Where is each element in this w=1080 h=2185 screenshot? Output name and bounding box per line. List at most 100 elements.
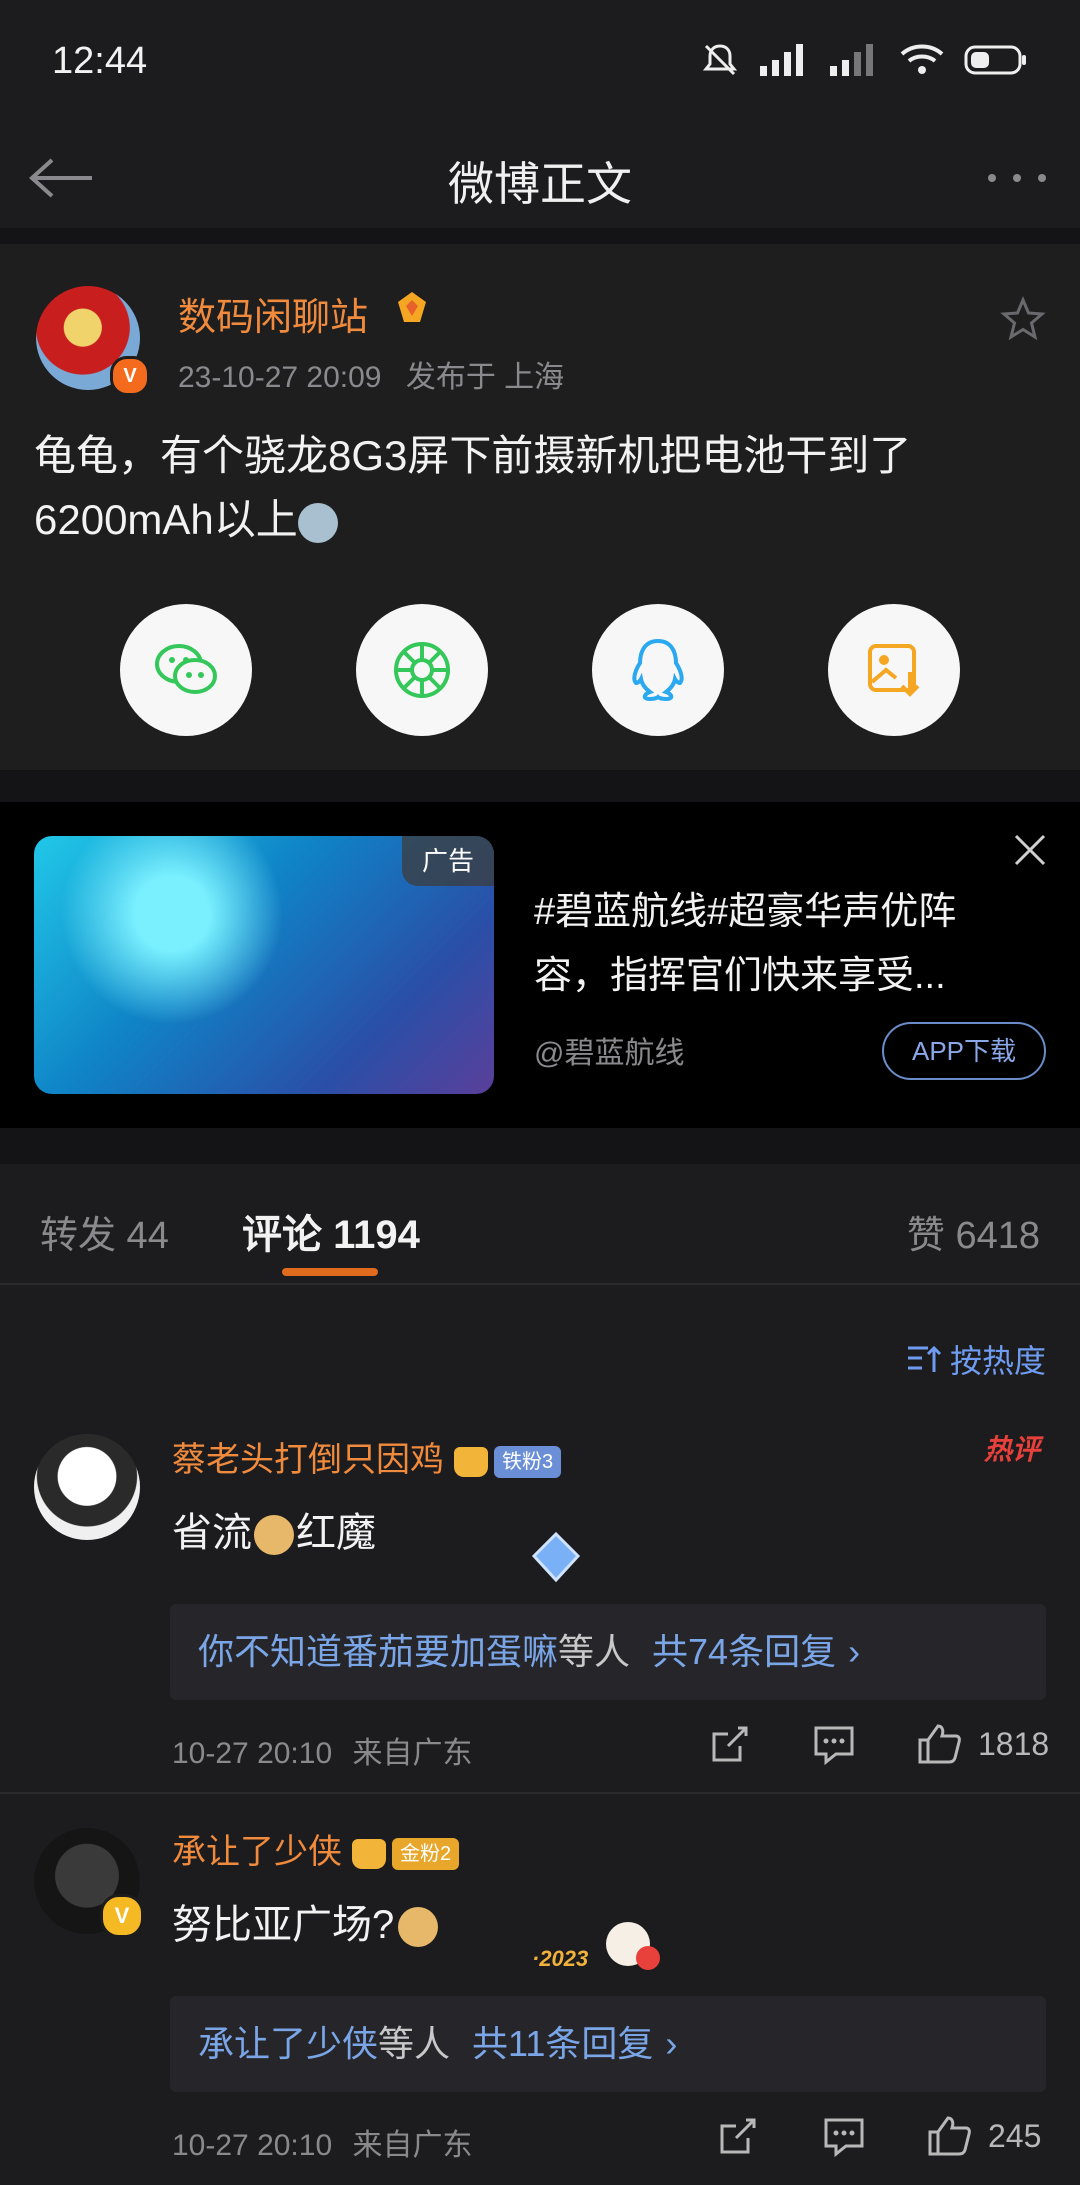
tab-comment[interactable]: 评论 1194 — [242, 1202, 420, 1260]
tab-repost[interactable]: 转发 44 — [40, 1204, 169, 1259]
reply-icon[interactable] — [812, 1724, 856, 1766]
reply-icon[interactable] — [822, 2116, 866, 2158]
comment-time: 10-27 20:10 — [172, 2129, 333, 2162]
status-bar: 12:44 — [0, 0, 1080, 128]
commenter-name[interactable]: 蔡老头打倒只因鸡 — [172, 1441, 444, 1479]
commenter-name-row: 蔡老头打倒只因鸡 铁粉3 — [172, 1432, 562, 1481]
ad-text-line1: #碧蓝航线#超豪华声优阵 — [534, 891, 957, 933]
post-content-line1: 龟龟，有个骁龙8G3屏下前摄新机把电池干到了 — [34, 432, 912, 479]
share-wechat-button[interactable] — [120, 604, 252, 736]
comment-text-a: 省流 — [172, 1511, 252, 1555]
fan-badge: 铁粉3 — [494, 1446, 562, 1479]
ad-text[interactable]: #碧蓝航线#超豪华声优阵 容，指挥官们快来享受... — [534, 880, 1034, 1008]
reply-suffix: 等人 — [378, 2023, 451, 2064]
post-meta: 23-10-27 20:09 发布于 上海 — [178, 352, 564, 396]
sticker-decoration-icon: ·2023 — [528, 1914, 668, 1978]
like-button[interactable]: 245 — [926, 2114, 1041, 2158]
favorite-star-icon[interactable] — [1000, 296, 1046, 342]
comment-text-b: 红魔 — [296, 1511, 376, 1555]
reply-users[interactable]: 承让了少侠 — [198, 2023, 378, 2064]
comment-time: 10-27 20:10 — [172, 1737, 333, 1770]
repost-comment-icon[interactable] — [708, 1724, 750, 1766]
like-count: 1818 — [978, 1725, 1050, 1762]
post-content-line2-wrap: 6200mAh以上 — [34, 488, 1044, 552]
battery-icon — [964, 45, 1026, 75]
crown-icon — [454, 1447, 488, 1478]
comment-location: 来自广东 — [352, 1737, 473, 1770]
doge-emoji-icon — [254, 1515, 294, 1556]
tab-bar: 转发 44 评论 1194 赞 6418 — [0, 1164, 1080, 1284]
divider — [0, 228, 1080, 244]
divider — [0, 1283, 1080, 1285]
sort-button[interactable]: 按热度 — [906, 1336, 1046, 1382]
divider — [0, 1792, 1080, 1794]
comment-meta: 10-27 20:10 来自广东 — [172, 2120, 472, 2164]
like-count: 245 — [988, 2117, 1042, 2154]
hot-comment-badge: 热评 — [983, 1434, 1040, 1465]
thumbs-up-icon — [928, 2116, 971, 2156]
post-content-line2: 6200mAh以上 — [34, 496, 298, 543]
more-options-icon[interactable] — [982, 154, 1052, 202]
comment-text: 努比亚广场? — [172, 1892, 439, 1950]
repost-comment-icon[interactable] — [716, 2116, 758, 2158]
ad-banner[interactable]: 广告 #碧蓝航线#超豪华声优阵 容，指挥官们快来享受... @碧蓝航线 APP下… — [0, 802, 1080, 1128]
commenter-avatar[interactable] — [34, 1434, 140, 1540]
author-name[interactable]: 数码闲聊站 — [178, 286, 368, 341]
diamond-decoration-icon — [526, 1530, 586, 1584]
active-tab-indicator — [282, 1268, 378, 1276]
ad-tag: 广告 — [402, 836, 494, 886]
ad-text-line2: 容，指挥官们快来享受... — [534, 955, 946, 997]
status-time: 12:44 — [52, 40, 148, 82]
ad-image[interactable]: 广告 — [34, 836, 494, 1094]
reply-count[interactable]: 共74条回复 — [652, 1631, 836, 1672]
save-image-button[interactable] — [828, 604, 960, 736]
post-card: V 数码闲聊站 23-10-27 20:09 发布于 上海 龟龟，有个骁龙8G3… — [0, 244, 1080, 770]
verified-badge-icon: V — [100, 1894, 144, 1938]
post-content: 龟龟，有个骁龙8G3屏下前摄新机把电池干到了 6200mAh以上 — [34, 424, 1044, 552]
svg-text:·2023: ·2023 — [532, 1946, 588, 1971]
comment-meta: 10-27 20:10 来自广东 — [172, 1728, 472, 1772]
share-moments-button[interactable] — [356, 604, 488, 736]
sort-label: 按热度 — [949, 1343, 1046, 1379]
reply-preview[interactable]: 你不知道番茄要加蛋嘛等人 共74条回复 › — [170, 1604, 1046, 1700]
tab-like[interactable]: 赞 6418 — [907, 1204, 1040, 1259]
status-icons — [700, 42, 1028, 78]
chevron-right-icon: › — [848, 1631, 861, 1672]
doge-emoji-icon — [398, 1907, 439, 1948]
emoji-icon — [297, 502, 338, 543]
reply-users[interactable]: 你不知道番茄要加蛋嘛 — [198, 1631, 558, 1672]
app-download-button[interactable]: APP下载 — [882, 1022, 1046, 1080]
post-location: 发布于 上海 — [405, 361, 565, 394]
crown-icon — [352, 1839, 386, 1870]
mute-icon — [702, 44, 738, 76]
moments-icon — [394, 642, 450, 698]
commenter-name-row: 承让了少侠 金粉2 — [172, 1824, 460, 1873]
member-badge-icon — [392, 288, 432, 328]
wifi-icon — [900, 44, 944, 74]
signal-icon-2 — [830, 44, 873, 76]
reply-count[interactable]: 共11条回复 — [472, 2023, 653, 2064]
post-date: 23-10-27 20:09 — [178, 361, 382, 394]
share-qq-button[interactable] — [592, 604, 724, 736]
comment-text: 省流 红魔 — [172, 1500, 376, 1558]
comment-location: 来自广东 — [352, 2129, 473, 2162]
ad-source: @碧蓝航线 — [534, 1037, 685, 1070]
chevron-right-icon: › — [665, 2023, 678, 2064]
image-download-icon — [868, 644, 920, 697]
wechat-icon — [155, 644, 217, 694]
close-icon[interactable] — [1010, 830, 1050, 870]
comment-text-a: 努比亚广场? — [172, 1903, 395, 1947]
like-button[interactable]: 1818 — [916, 1722, 1049, 1766]
fan-badge: 金粉2 — [392, 1838, 460, 1871]
thumbs-up-icon — [918, 1724, 961, 1764]
signal-icon — [760, 44, 803, 76]
divider — [0, 1128, 1080, 1164]
divider — [0, 770, 1080, 802]
reply-preview[interactable]: 承让了少侠等人 共11条回复 › — [170, 1996, 1046, 2092]
sort-icon — [907, 1345, 942, 1372]
qq-icon — [632, 638, 684, 702]
commenter-name[interactable]: 承让了少侠 — [172, 1833, 342, 1871]
verified-badge-icon: V — [110, 356, 150, 396]
page-title: 微博正文 — [448, 158, 632, 210]
top-nav-bar: 微博正文 — [0, 128, 1080, 228]
